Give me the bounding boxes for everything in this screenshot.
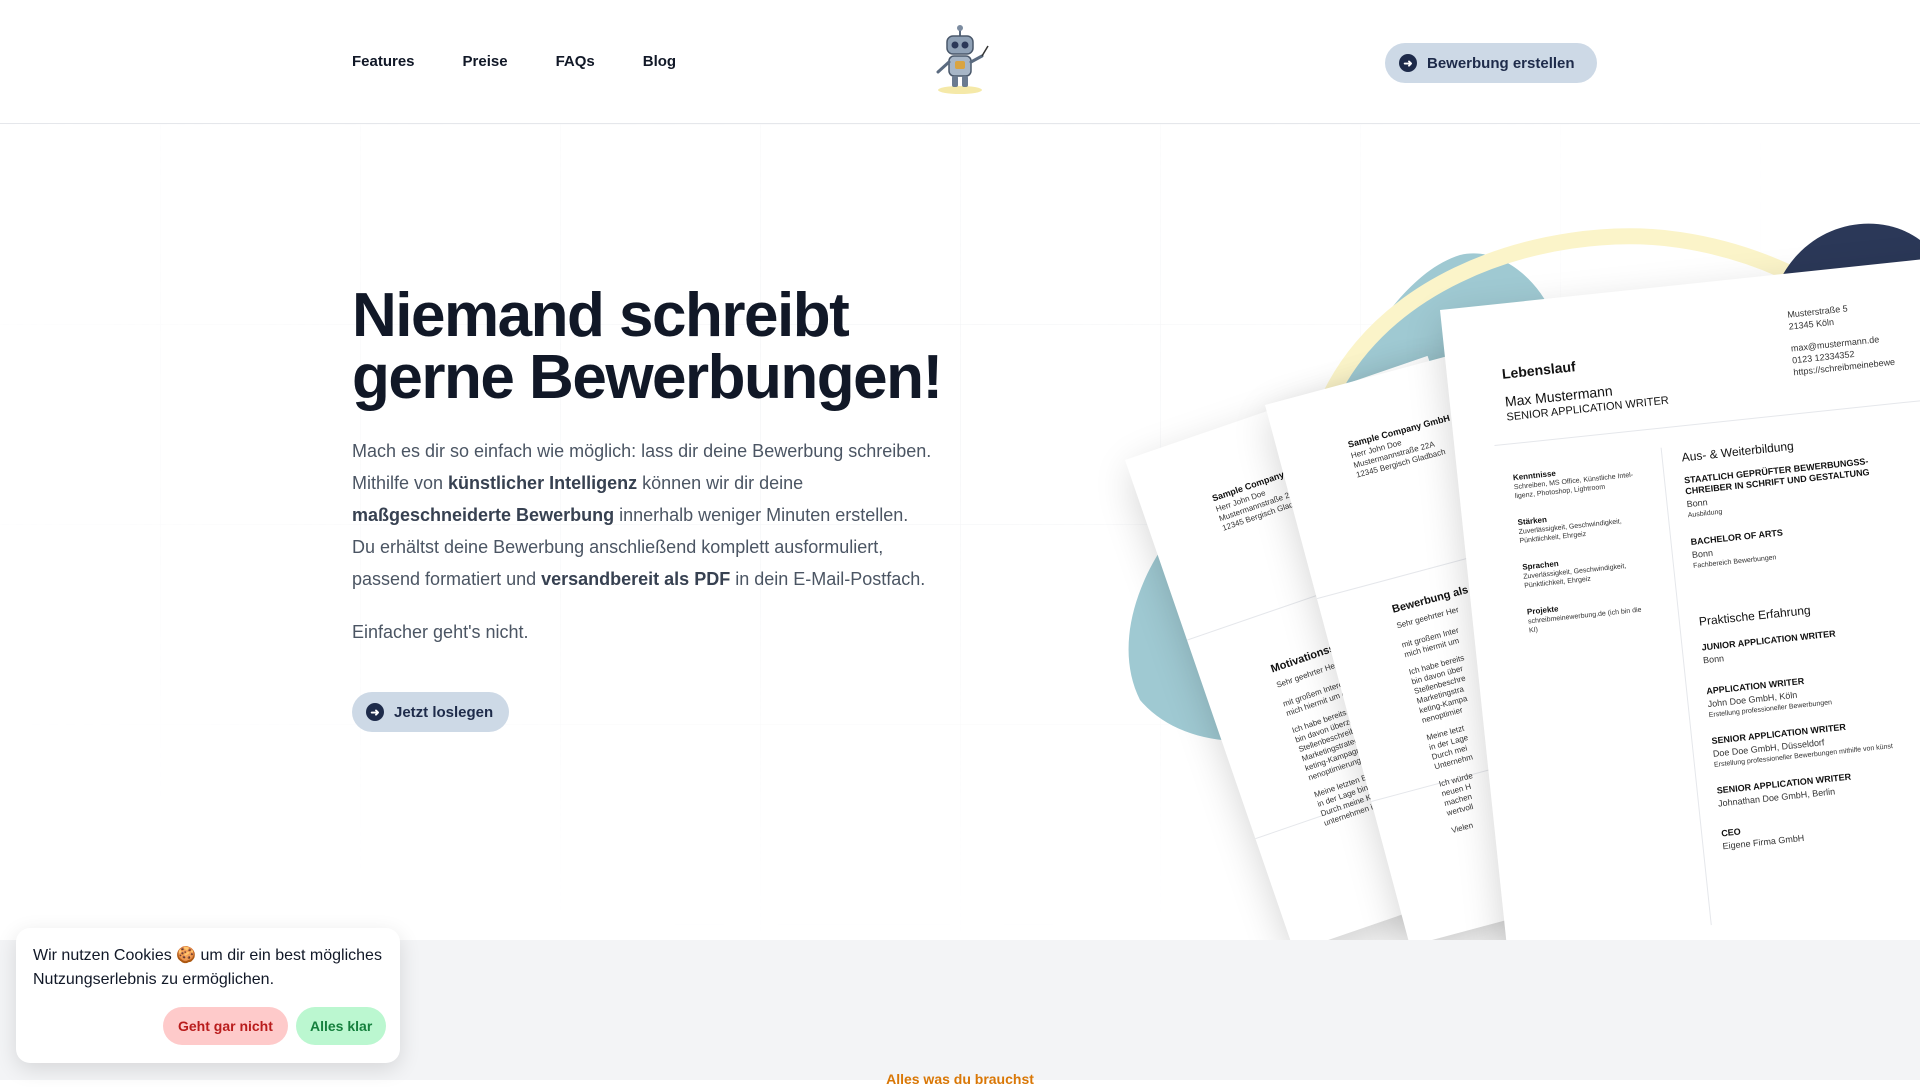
hero-lead-paragraph: Mach es dir so einfach wie möglich: lass… xyxy=(352,435,932,595)
features-section-title: Alles was du brauchst xyxy=(886,1071,1034,1087)
cookie-banner: Wir nutzen Cookies 🍪 um dir ein best mög… xyxy=(16,928,400,1063)
create-application-label: Bewerbung erstellen xyxy=(1427,54,1575,72)
cv-preview: Lebenslauf Max Mustermann SENIOR APPLICA… xyxy=(1440,255,1920,940)
cookie-accept-button[interactable]: Alles klar xyxy=(296,1007,387,1045)
cv-edu-line: Ausbildung xyxy=(1687,508,1723,520)
cv-edu-heading: BACHELOR OF ARTS xyxy=(1690,527,1784,548)
cv-project-line: KI) xyxy=(1528,626,1539,635)
nav-features-link[interactable]: Features xyxy=(352,53,415,70)
cv-experience-title: Praktische Erfahrung xyxy=(1698,602,1812,629)
nav-faqs-link[interactable]: FAQs xyxy=(556,53,595,70)
main-nav: Features Preise FAQs Blog xyxy=(352,0,676,123)
arrow-right-circle-icon: ➜ xyxy=(366,703,384,721)
middle-line: Vielen xyxy=(1450,820,1475,836)
nav-blog-link[interactable]: Blog xyxy=(643,53,676,70)
nav-preise-link[interactable]: Preise xyxy=(463,53,508,70)
hero-subline: Einfacher geht's nicht. xyxy=(352,622,529,642)
lead-text-4: in dein E-Mail-Postfach. xyxy=(730,569,926,589)
cv-address-1: Musterstraße 5 xyxy=(1786,303,1849,320)
cv-edu-line: Bonn xyxy=(1686,497,1709,510)
create-application-button[interactable]: ➜ Bewerbung erstellen xyxy=(1385,43,1597,83)
hero-headline-line-2: gerne Bewerbungen! xyxy=(352,343,943,412)
lead-bold-pdf: versandbereit als PDF xyxy=(541,569,731,589)
hero-headline-line-1: Niemand schreibt xyxy=(352,281,850,350)
cookie-text: Wir nutzen Cookies 🍪 um dir ein best mög… xyxy=(33,947,382,988)
hero-headline: Niemand schreibt gerne Bewerbungen! xyxy=(352,285,992,409)
cv-exp-heading: JUNIOR APPLICATION WRITER xyxy=(1701,628,1836,653)
cv-exp-heading: CEO xyxy=(1720,826,1742,839)
lead-text-2: können wir dir deine xyxy=(637,473,804,493)
lead-bold-tailored: maßgeschneiderte Bewerbung xyxy=(352,505,615,525)
cv-education-title: Aus- & Weiterbildung xyxy=(1681,438,1795,465)
get-started-button[interactable]: ➜ Jetzt loslegen xyxy=(352,692,510,732)
arrow-right-circle-icon: ➜ xyxy=(1399,54,1417,72)
cookie-deny-button[interactable]: Geht gar nicht xyxy=(163,1007,288,1045)
cv-title: Lebenslauf xyxy=(1501,358,1577,382)
lead-bold-ai: künstlicher Intelligenz xyxy=(448,473,638,493)
cv-edu-line: Bonn xyxy=(1691,547,1714,560)
cv-address-2: 21345 Köln xyxy=(1788,316,1835,332)
hero-illustration: Sample Company GmbH Herr John Doe Muster… xyxy=(1080,200,1920,940)
site-header: Features Preise FAQs Blog ➜ Bewerbung er… xyxy=(0,0,1920,124)
cv-exp-line: Bonn xyxy=(1702,653,1725,666)
robot-logo-icon[interactable] xyxy=(925,24,995,96)
get-started-label: Jetzt loslegen xyxy=(394,703,494,721)
